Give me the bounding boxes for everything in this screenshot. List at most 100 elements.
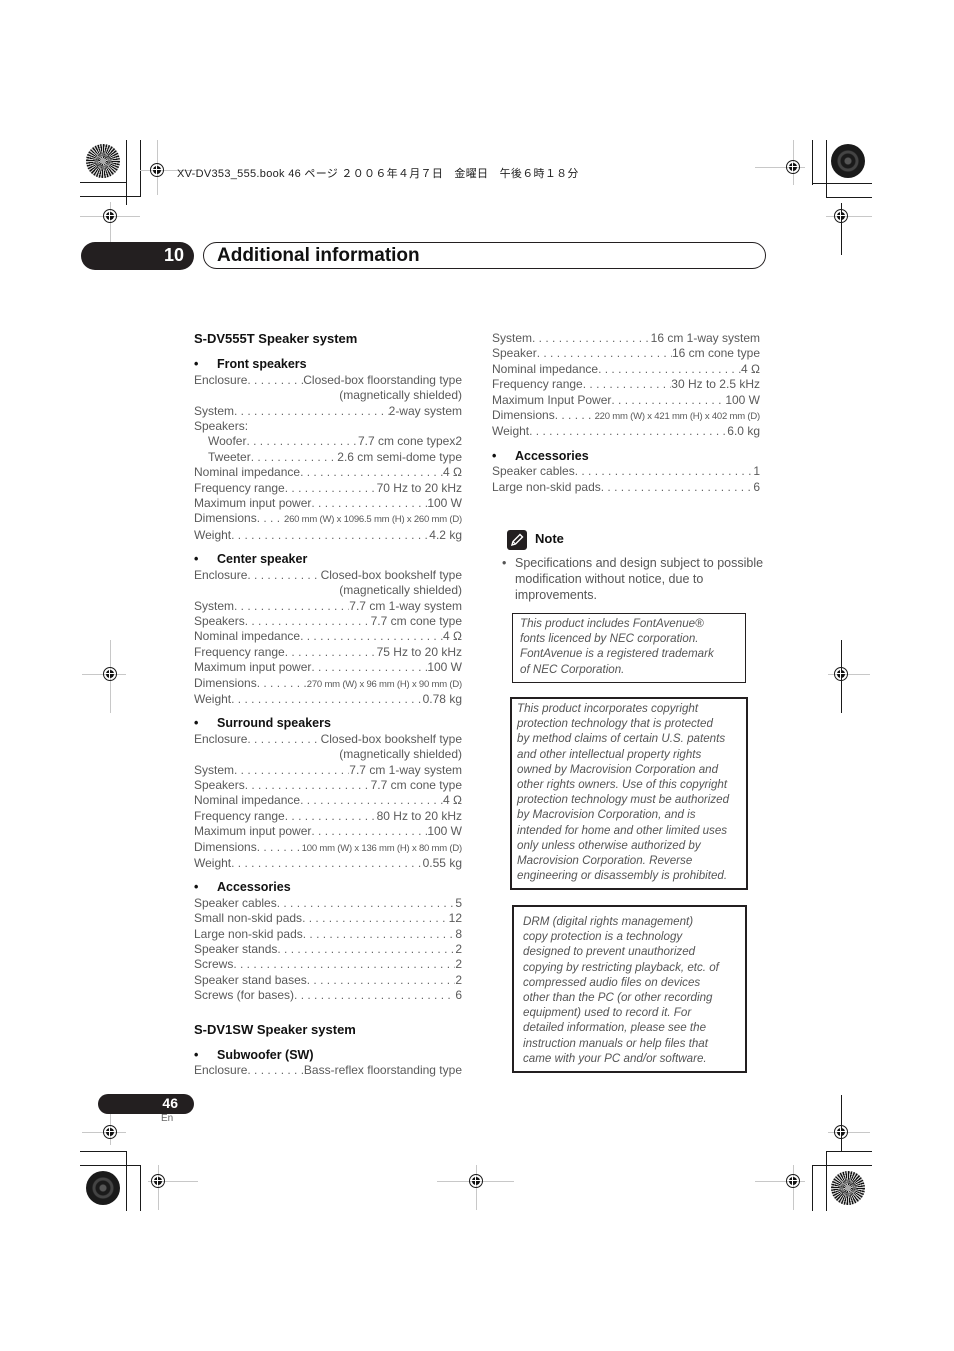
notice-line: came with your PC and/or software. xyxy=(523,1051,707,1065)
spec-label: Enclosure xyxy=(194,731,248,746)
spec-value: 16 cm 1-way system xyxy=(650,331,760,345)
dot-leader xyxy=(234,404,389,419)
notice-line: equipment) used to record it. For xyxy=(523,1006,692,1020)
crop-line xyxy=(140,1165,141,1211)
spec-value: 8 xyxy=(455,926,462,941)
section-heading-center: • Center speaker xyxy=(194,552,308,567)
spec-continuation: (magnetically shielded) xyxy=(339,747,462,762)
spec-row: Maximum Input Power 100 W xyxy=(492,393,760,408)
spec-label: Maximum input power xyxy=(194,496,312,511)
drm-notice: DRM (digital rights management) copy prot… xyxy=(512,905,747,1073)
crop-line xyxy=(80,182,127,183)
dot-leader xyxy=(257,676,307,691)
notice-line: protection technology that is protected xyxy=(517,717,713,731)
spec-value: Closed-box bookshelf type xyxy=(320,567,462,582)
spec-continuation: (magnetically shielded) xyxy=(339,583,462,598)
page-number: 46 xyxy=(162,1095,178,1111)
spec-value: 270 mm (W) x 96 mm (H) x 90 mm (D) xyxy=(306,678,462,690)
spec-label: Nominal impedance xyxy=(194,629,301,644)
dot-leader xyxy=(532,331,651,346)
spec-label: Tweeter xyxy=(208,449,251,464)
spec-label: Speakers: xyxy=(194,419,249,434)
spec-label: Speaker xyxy=(492,346,537,361)
spec-value: 16 cm cone type xyxy=(671,346,760,361)
spec-label: Speaker stand bases xyxy=(194,972,307,987)
registration-mark-icon xyxy=(786,1174,800,1188)
crop-line xyxy=(812,1165,813,1211)
notice-line: designed to prevent unauthorized xyxy=(523,945,696,959)
spec-label: Frequency range xyxy=(492,377,583,392)
dot-leader xyxy=(311,660,427,675)
spec-label: System xyxy=(492,331,533,345)
notice-line: by method claims of certain U.S. patents xyxy=(517,732,726,746)
spec-row: Weight 0.55 kg xyxy=(194,856,462,871)
starburst-mark-icon xyxy=(86,144,120,178)
spec-label: Weight xyxy=(492,424,530,439)
spec-row: Large non-skid pads 8 xyxy=(194,927,462,942)
registration-mark-icon xyxy=(834,1125,848,1139)
spec-label: Weight xyxy=(194,527,232,542)
notice-line: This product includes FontAvenue® xyxy=(520,617,704,630)
spec-label: Large non-skid pads xyxy=(492,479,601,494)
spec-continuation: (magnetically shielded) xyxy=(339,388,462,403)
spec-list-center: Enclosure Closed-box bookshelf type(magne… xyxy=(194,568,462,708)
notice-line: and other intellectual property rights xyxy=(517,747,702,761)
spec-label: Nominal impedance xyxy=(492,361,599,376)
right-spec-column: System 16 cm 1-way system Speaker 16 cm con… xyxy=(492,331,760,495)
page-language: En xyxy=(161,1113,174,1124)
spec-label: Maximum input power xyxy=(194,660,312,675)
spec-value: 7.7 cm cone type xyxy=(370,777,462,792)
spec-row: Speakers 7.7 cm cone type xyxy=(194,778,462,793)
spec-label: Nominal impedance xyxy=(194,465,301,480)
spec-row: Tweeter 2.6 cm semi-dome type xyxy=(194,450,462,465)
spec-label: Speaker cables xyxy=(492,464,575,479)
spec-label: Weight xyxy=(194,691,232,706)
spec-label: Speakers xyxy=(194,613,245,628)
chapter-number: 10 xyxy=(163,245,184,265)
dot-leader xyxy=(601,480,754,495)
registration-mark-icon xyxy=(834,667,848,681)
spec-label: Speaker cables xyxy=(194,895,277,910)
notice-line: owned by Macrovision Corporation and xyxy=(517,762,719,776)
registration-mark-icon xyxy=(469,1174,483,1188)
spec-row: Speaker cables 1 xyxy=(492,464,760,479)
dot-leader xyxy=(247,1063,304,1078)
macrovision-notice: This product incorporates copyright prote… xyxy=(510,697,748,890)
dot-leader xyxy=(231,528,429,543)
dot-leader xyxy=(285,809,377,824)
spec-value: 75 Hz to 20 kHz xyxy=(376,644,462,659)
spec-label: Frequency range xyxy=(194,480,285,495)
spec-value: 7.7 cm cone type xyxy=(370,613,462,628)
section-heading-sw-accessories: • Accessories xyxy=(492,448,589,463)
spec-label: Small non-skid pads xyxy=(194,911,303,926)
spec-label: Speaker stands xyxy=(194,942,278,957)
spec-list-surround: Enclosure Closed-box bookshelf type(magne… xyxy=(194,732,462,872)
dot-leader xyxy=(247,373,303,388)
dot-leader xyxy=(231,692,422,707)
dot-leader xyxy=(234,599,349,614)
bullet: • xyxy=(502,556,507,570)
spec-value: 2 xyxy=(455,942,462,957)
note-item: • Specifications and design subject to p… xyxy=(502,555,764,603)
dot-leader xyxy=(257,511,284,526)
registration-mark-icon xyxy=(151,1174,165,1188)
chapter-number-badge: 10 xyxy=(81,242,194,270)
spec-row: Maximum input power 100 W xyxy=(194,824,462,839)
chapter-title-bar: Additional information xyxy=(203,242,766,269)
spec-row: Nominal impedance 4 Ω xyxy=(194,793,462,808)
spec-value: 2 xyxy=(455,972,462,987)
notice-line: intended for home and other limited uses xyxy=(517,823,728,837)
spec-label: System xyxy=(194,403,235,418)
spec-value: 7.7 cm cone typex2 xyxy=(357,434,462,449)
dot-leader xyxy=(234,763,349,778)
dot-leader xyxy=(529,424,727,439)
spec-label: Enclosure xyxy=(194,567,248,582)
dot-leader xyxy=(285,645,377,660)
spec-label: Dimensions xyxy=(492,408,555,423)
spec-value: Closed-box bookshelf type xyxy=(320,731,462,746)
dot-leader xyxy=(245,614,371,629)
spec-value: 2 xyxy=(455,957,462,972)
note-text: Specifications and design subject to pos… xyxy=(515,556,764,602)
spec-row: System 7.7 cm 1-way system xyxy=(194,763,462,778)
spec-row: Dimensions 270 mm (W) x 96 mm (H) x 90 mm… xyxy=(194,676,462,692)
